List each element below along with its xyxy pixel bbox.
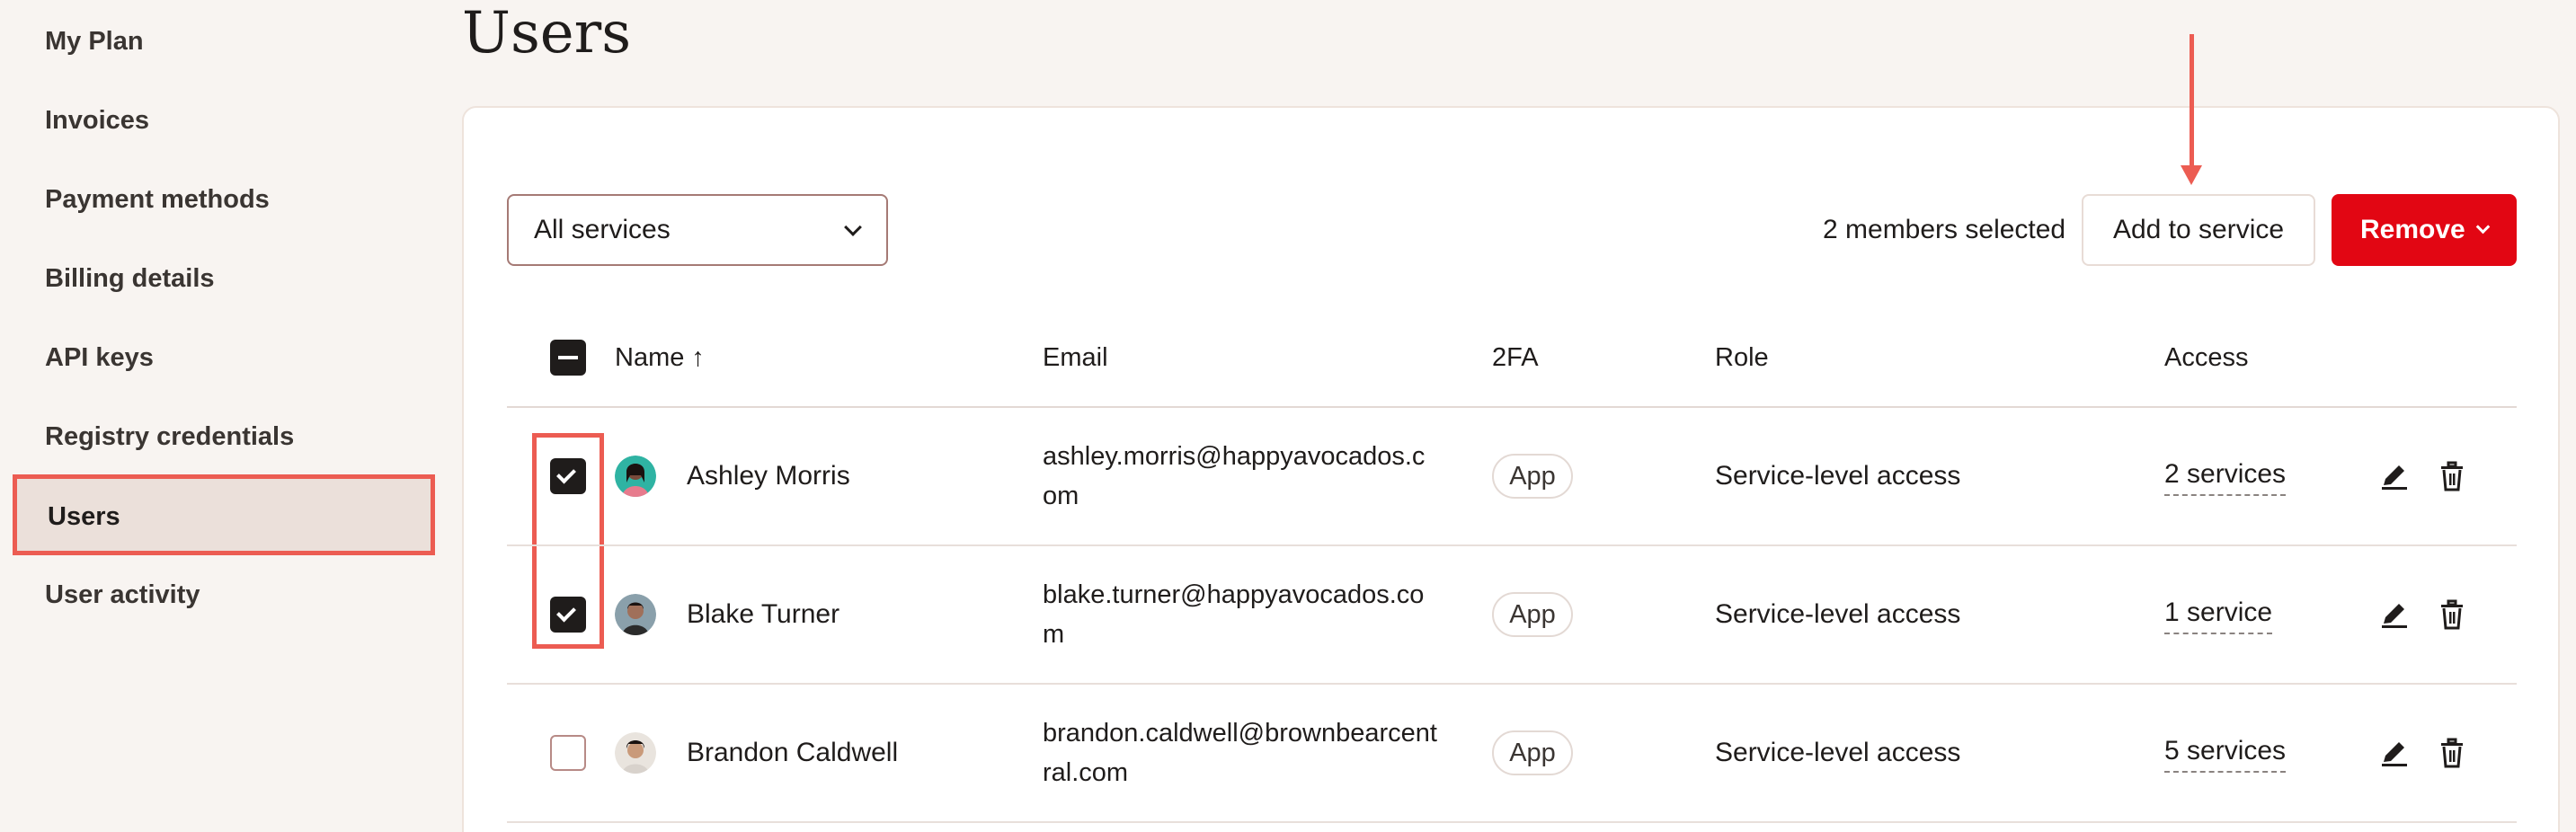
edit-icon[interactable]: [2376, 458, 2412, 494]
access-link[interactable]: 1 service: [2164, 595, 2273, 634]
sidebar-item-registry-credentials[interactable]: Registry credentials: [45, 410, 294, 464]
row-divider: [507, 683, 2517, 685]
sidebar: My Plan Invoices Payment methods Billing…: [0, 0, 449, 832]
sidebar-item-user-activity[interactable]: User activity: [45, 568, 200, 622]
sidebar-item-invoices[interactable]: Invoices: [45, 93, 149, 147]
row-divider: [507, 544, 2517, 546]
avatar: [615, 732, 656, 774]
sidebar-item-users[interactable]: Users: [13, 474, 435, 555]
sidebar-item-billing-details[interactable]: Billing details: [45, 252, 215, 305]
sidebar-item-my-plan[interactable]: My Plan: [45, 14, 144, 68]
annotation-arrow-head: [2181, 165, 2202, 185]
2fa-badge: App: [1492, 730, 1573, 775]
remove-button[interactable]: Remove: [2332, 194, 2517, 266]
select-all-checkbox[interactable]: [550, 340, 586, 376]
user-role: Service-level access: [1715, 599, 1961, 629]
service-filter-select[interactable]: All services: [507, 194, 888, 266]
selected-count: 2 members selected: [1823, 215, 2066, 244]
2fa-badge: App: [1492, 454, 1573, 499]
row-divider: [507, 821, 2517, 823]
remove-button-label: Remove: [2360, 215, 2465, 244]
row-checkbox[interactable]: [550, 597, 586, 633]
chevron-down-icon: [2475, 219, 2491, 235]
column-header-2fa: 2FA: [1492, 343, 1539, 372]
avatar: [615, 456, 656, 497]
add-to-service-button[interactable]: Add to service: [2082, 194, 2315, 266]
annotation-arrow: [2190, 34, 2194, 169]
access-link[interactable]: 5 services: [2164, 733, 2287, 773]
edit-icon[interactable]: [2376, 735, 2412, 771]
avatar: [615, 594, 656, 635]
user-role: Service-level access: [1715, 738, 1961, 767]
column-header-email: Email: [1043, 343, 1108, 372]
column-header-role: Role: [1715, 343, 1769, 372]
column-header-access: Access: [2164, 343, 2249, 372]
row-checkbox[interactable]: [550, 458, 586, 494]
user-name[interactable]: Brandon Caldwell: [687, 733, 898, 773]
sidebar-item-payment-methods[interactable]: Payment methods: [45, 173, 270, 226]
access-link[interactable]: 2 services: [2164, 456, 2287, 496]
header-divider: [507, 406, 2517, 408]
trash-icon[interactable]: [2434, 735, 2470, 771]
2fa-badge: App: [1492, 592, 1573, 637]
checkmark-icon: [556, 602, 576, 623]
edit-icon[interactable]: [2376, 597, 2412, 633]
row-checkbox[interactable]: [550, 735, 586, 771]
user-name[interactable]: Blake Turner: [687, 595, 839, 634]
service-filter-value: All services: [534, 215, 671, 244]
column-header-name[interactable]: Name ↑: [615, 340, 705, 376]
user-email: blake.turner@happyavocados.com: [1043, 580, 1425, 649]
page-title: Users: [462, 0, 632, 66]
trash-icon[interactable]: [2434, 597, 2470, 633]
indeterminate-icon: [558, 356, 578, 359]
sidebar-item-api-keys[interactable]: API keys: [45, 331, 154, 385]
trash-icon[interactable]: [2434, 458, 2470, 494]
user-email: brandon.caldwell@brownbearcentral.com: [1043, 719, 1437, 787]
chevron-down-icon: [844, 218, 862, 236]
user-role: Service-level access: [1715, 461, 1961, 491]
user-email: ashley.morris@happyavocados.com: [1043, 442, 1426, 510]
checkmark-icon: [556, 464, 576, 484]
user-name[interactable]: Ashley Morris: [687, 456, 850, 496]
